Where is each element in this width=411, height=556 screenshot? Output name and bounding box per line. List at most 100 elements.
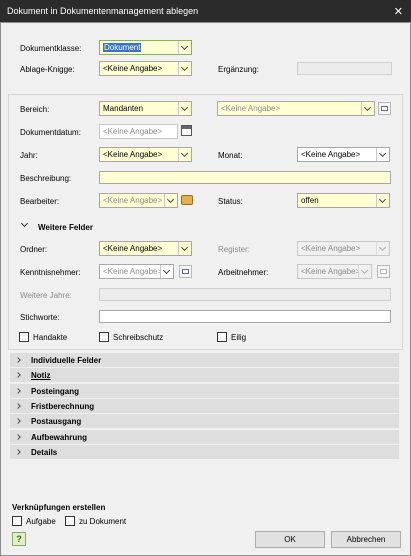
bearbeiter-label: Bearbeiter: [20, 197, 60, 206]
ordner-combo[interactable]: <Keine Angabe> [99, 241, 192, 256]
dokumentklasse-combo[interactable]: Dokument [99, 40, 192, 55]
section-individuelle-felder[interactable]: Individuelle Felder [10, 353, 399, 368]
chevron-down-icon[interactable] [160, 265, 173, 278]
register-value: <Keine Angabe> [301, 244, 361, 253]
section-label: Postausgang [31, 417, 82, 426]
ablage-knigge-label: Ablage-Knigge: [20, 65, 75, 74]
window-title: Dokument in Dokumentenmanagement ablegen [7, 6, 199, 16]
section-label: Notiz [31, 371, 51, 380]
status-combo[interactable]: offen [297, 193, 390, 208]
chevron-right-icon [15, 372, 21, 378]
chevron-right-icon [15, 418, 21, 424]
weitere-jahre-label: Weitere Jahre: [20, 291, 72, 300]
arbeitnehmer-label: Arbeitnehmer: [218, 268, 269, 277]
bereich-detail-value: <Keine Angabe> [221, 104, 281, 113]
dokumentklasse-label: Dokumentklasse: [20, 44, 82, 53]
calendar-icon[interactable] [181, 125, 192, 136]
ordner-value: <Keine Angabe> [103, 244, 163, 253]
chevron-right-icon [15, 449, 21, 455]
section-notiz[interactable]: Notiz [10, 368, 399, 383]
chevron-down-icon[interactable] [178, 148, 191, 161]
status-value: offen [301, 196, 319, 205]
bearbeiter-value: <Keine Angabe> [103, 196, 163, 205]
eilig-checkbox[interactable] [217, 332, 227, 342]
section-fristberechnung[interactable]: Fristberechnung [10, 399, 399, 414]
arbeitnehmer-value: <Keine Angabe> [301, 267, 361, 276]
bereich-label: Bereich: [20, 105, 50, 114]
bereich-browse-icon[interactable] [378, 102, 391, 115]
dokumentdatum-label: Dokumentdatum: [20, 128, 81, 137]
kenntnisnehmer-value: <Keine Angabe> [103, 267, 163, 276]
chevron-down-icon[interactable] [178, 242, 191, 255]
ergaenzung-label: Ergänzung: [218, 65, 259, 74]
bearbeiter-combo[interactable]: <Keine Angabe> [99, 193, 178, 208]
section-label: Posteingang [31, 387, 80, 396]
chevron-right-icon [15, 434, 21, 440]
schreibschutz-checkbox[interactable] [99, 332, 109, 342]
chevron-down-icon[interactable] [178, 62, 191, 75]
ablage-knigge-value: <Keine Angabe> [103, 64, 163, 73]
weitere-felder-title[interactable]: Weitere Felder [38, 223, 93, 232]
kenntnisnehmer-label: Kenntnisnehmer: [20, 268, 81, 277]
verknuepfungen-title: Verknüpfungen erstellen [12, 503, 106, 512]
register-combo: <Keine Angabe> [297, 241, 390, 256]
bereich-combo[interactable]: Mandanten [99, 101, 192, 116]
eilig-label: Eilig [231, 333, 247, 342]
section-details[interactable]: Details [10, 445, 399, 460]
kenntnisnehmer-combo[interactable]: <Keine Angabe> [99, 264, 174, 279]
zu-dokument-checkbox[interactable] [65, 516, 75, 526]
abbrechen-button[interactable]: Abbrechen [331, 531, 401, 548]
close-icon[interactable]: ✕ [394, 5, 403, 18]
section-posteingang[interactable]: Posteingang [10, 384, 399, 399]
title-bar: Dokument in Dokumentenmanagement ablegen… [0, 0, 411, 22]
handakte-checkbox[interactable] [19, 332, 29, 342]
bereich-value: Mandanten [103, 104, 144, 113]
chevron-down-icon[interactable] [164, 194, 177, 207]
ordner-label: Ordner: [20, 245, 48, 254]
weitere-jahre-field [99, 288, 391, 301]
jahr-label: Jahr: [20, 151, 38, 160]
chevron-down-icon[interactable] [178, 102, 191, 115]
kenntnisnehmer-browse-icon[interactable] [179, 265, 192, 278]
beschreibung-input[interactable] [99, 171, 391, 184]
section-aufbewahrung[interactable]: Aufbewahrung [10, 430, 399, 445]
chevron-down-icon[interactable] [361, 102, 374, 115]
handakte-label: Handakte [33, 333, 68, 342]
jahr-value: <Keine Angabe> [103, 150, 163, 159]
dokumentdatum-field[interactable]: <Keine Angabe> [99, 124, 178, 139]
chevron-down-icon[interactable] [376, 148, 389, 161]
monat-value: <Keine Angabe> [301, 150, 361, 159]
help-icon[interactable]: ? [12, 532, 26, 546]
ablage-knigge-combo[interactable]: <Keine Angabe> [99, 61, 192, 76]
jahr-combo[interactable]: <Keine Angabe> [99, 147, 192, 162]
section-label: Details [31, 448, 58, 457]
dokumentklasse-value: Dokument [103, 43, 142, 52]
chevron-down-icon [358, 265, 371, 278]
window-icon [182, 269, 189, 274]
user-select-icon[interactable] [181, 195, 193, 205]
beschreibung-label: Beschreibung: [20, 174, 72, 183]
section-label: Aufbewahrung [31, 433, 87, 442]
chevron-right-icon [15, 388, 21, 394]
arbeitnehmer-combo: <Keine Angabe> [297, 264, 372, 279]
section-label: Fristberechnung [31, 402, 95, 411]
zu-dokument-label: zu Dokument [79, 517, 127, 526]
aufgabe-label: Aufgabe [26, 517, 56, 526]
register-label: Register: [218, 245, 251, 254]
chevron-down-icon[interactable] [376, 194, 389, 207]
monat-label: Monat: [218, 151, 243, 160]
chevron-down-icon [376, 242, 389, 255]
ok-button[interactable]: OK [255, 531, 325, 548]
monat-combo[interactable]: <Keine Angabe> [297, 147, 390, 162]
dokumentdatum-value: <Keine Angabe> [103, 127, 163, 136]
section-postausgang[interactable]: Postausgang [10, 414, 399, 429]
aufgabe-checkbox[interactable] [12, 516, 22, 526]
stichworte-label: Stichworte: [20, 313, 60, 322]
chevron-down-icon[interactable] [178, 41, 191, 54]
stichworte-input[interactable] [99, 310, 391, 323]
chevron-right-icon [15, 357, 21, 363]
schreibschutz-label: Schreibschutz [113, 333, 164, 342]
section-label: Individuelle Felder [31, 356, 102, 365]
ergaenzung-field [297, 62, 392, 75]
bereich-detail-combo[interactable]: <Keine Angabe> [217, 101, 375, 116]
